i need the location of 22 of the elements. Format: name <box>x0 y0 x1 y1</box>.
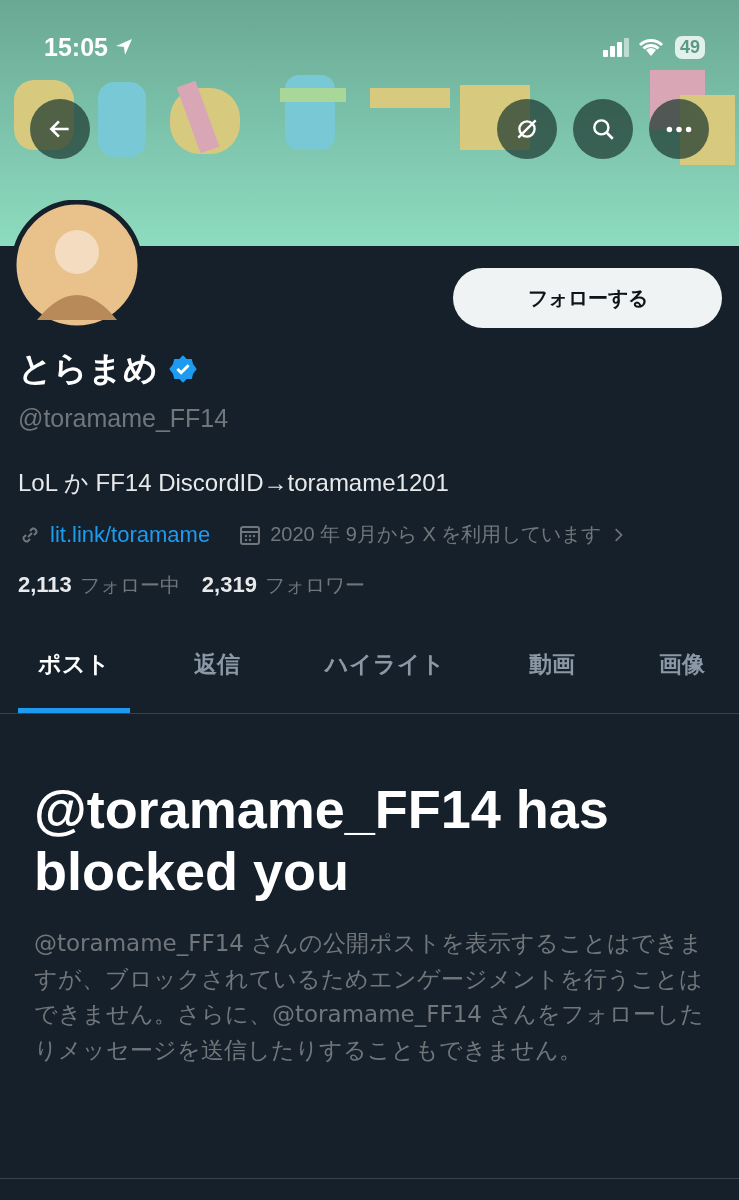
follow-button[interactable]: フォローする <box>453 268 722 328</box>
display-name: とらまめ <box>18 347 158 390</box>
user-handle: @toramame_FF14 <box>18 404 230 433</box>
profile-tab[interactable]: 画像 <box>639 627 725 713</box>
profile-tab[interactable]: ハイライト <box>304 627 465 713</box>
status-time: 15:05 <box>44 32 108 62</box>
profile-tab[interactable]: 動画 <box>508 627 595 713</box>
bio-text: LoL か FF14 DiscordID→toramame1201 <box>18 468 450 498</box>
profile-link[interactable]: lit.link/toramame <box>50 521 211 548</box>
joined-date: 2020 年 9月から X を利用しています <box>270 522 602 547</box>
followers-label: フォロワー <box>264 572 365 599</box>
profile-tab[interactable]: ポスト <box>18 627 130 713</box>
more-icon <box>666 125 692 133</box>
followers-count[interactable]: 2,319 <box>201 572 257 598</box>
blocked-message: @toramame_FF14 さんの公開ポストを表示することはできますが、ブロックされているためエンゲージメントを行うことはできません。さらに、@toramame_FF14 さんをフォローしたりメッセージを送信したりすることもできません。 <box>34 929 705 1066</box>
search-icon <box>590 116 616 142</box>
signal-icon <box>602 37 631 57</box>
profile-tab[interactable]: 返信 <box>174 627 261 713</box>
following-label: フォロー中 <box>79 572 180 599</box>
wifi-icon <box>636 37 665 57</box>
following-count[interactable]: 2,113 <box>18 572 72 598</box>
blocked-title: @toramame_FF14 has blocked you <box>34 778 610 903</box>
